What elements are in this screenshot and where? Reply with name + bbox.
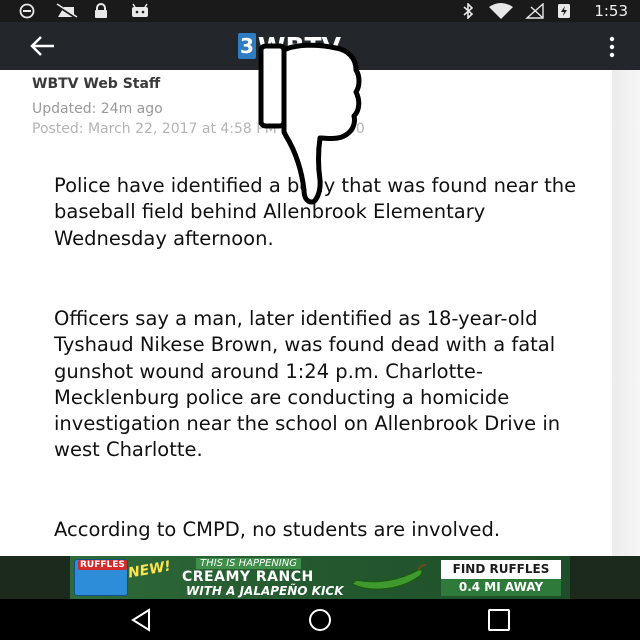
clock: 1:53	[594, 2, 628, 20]
overflow-menu-icon[interactable]	[606, 34, 618, 60]
logo-badge: 3	[238, 33, 256, 59]
article-paragraph: Officers say a man, later identified as …	[54, 307, 561, 462]
do-not-disturb-icon	[19, 3, 35, 19]
no-sim-icon	[55, 3, 78, 19]
ad-subline: WITH A JALAPEÑO KICK	[186, 584, 344, 598]
article-paragraph: According to CMPD, no students are invol…	[54, 518, 501, 541]
ad-cta-label: FIND RUFFLES	[441, 560, 561, 579]
jalapeno-icon	[350, 563, 427, 590]
status-bar: 1:53	[0, 0, 640, 22]
no-signal-icon	[525, 3, 544, 19]
back-arrow-icon[interactable]	[22, 32, 58, 60]
wifi-icon	[489, 3, 513, 19]
ad-brand: RUFFLES	[78, 560, 127, 570]
android-icon	[132, 3, 148, 17]
battery-charging-icon	[558, 4, 570, 18]
article-author: WBTV Web Staff	[32, 76, 161, 92]
ad-cta-distance: 0.4 MI AWAY	[441, 579, 561, 596]
find-ruffles-button[interactable]: FIND RUFFLES 0.4 MI AWAY	[441, 560, 561, 596]
page-edge-shadow	[612, 70, 640, 556]
bluetooth-icon	[463, 3, 474, 19]
recents-square-icon[interactable]	[484, 607, 514, 633]
article-updated: Updated: 24m ago	[32, 101, 163, 117]
navigation-bar	[0, 599, 640, 640]
back-triangle-icon[interactable]	[127, 607, 157, 633]
thumbs-down-icon	[258, 42, 362, 205]
ad-tagline: THIS IS HAPPENING	[196, 558, 301, 569]
lock-icon	[95, 3, 107, 18]
ad-banner[interactable]: RUFFLES NEW! THIS IS HAPPENING CREAMY RA…	[0, 556, 640, 599]
ad-headline: CREAMY RANCH	[182, 569, 314, 585]
home-circle-icon[interactable]	[305, 607, 335, 633]
